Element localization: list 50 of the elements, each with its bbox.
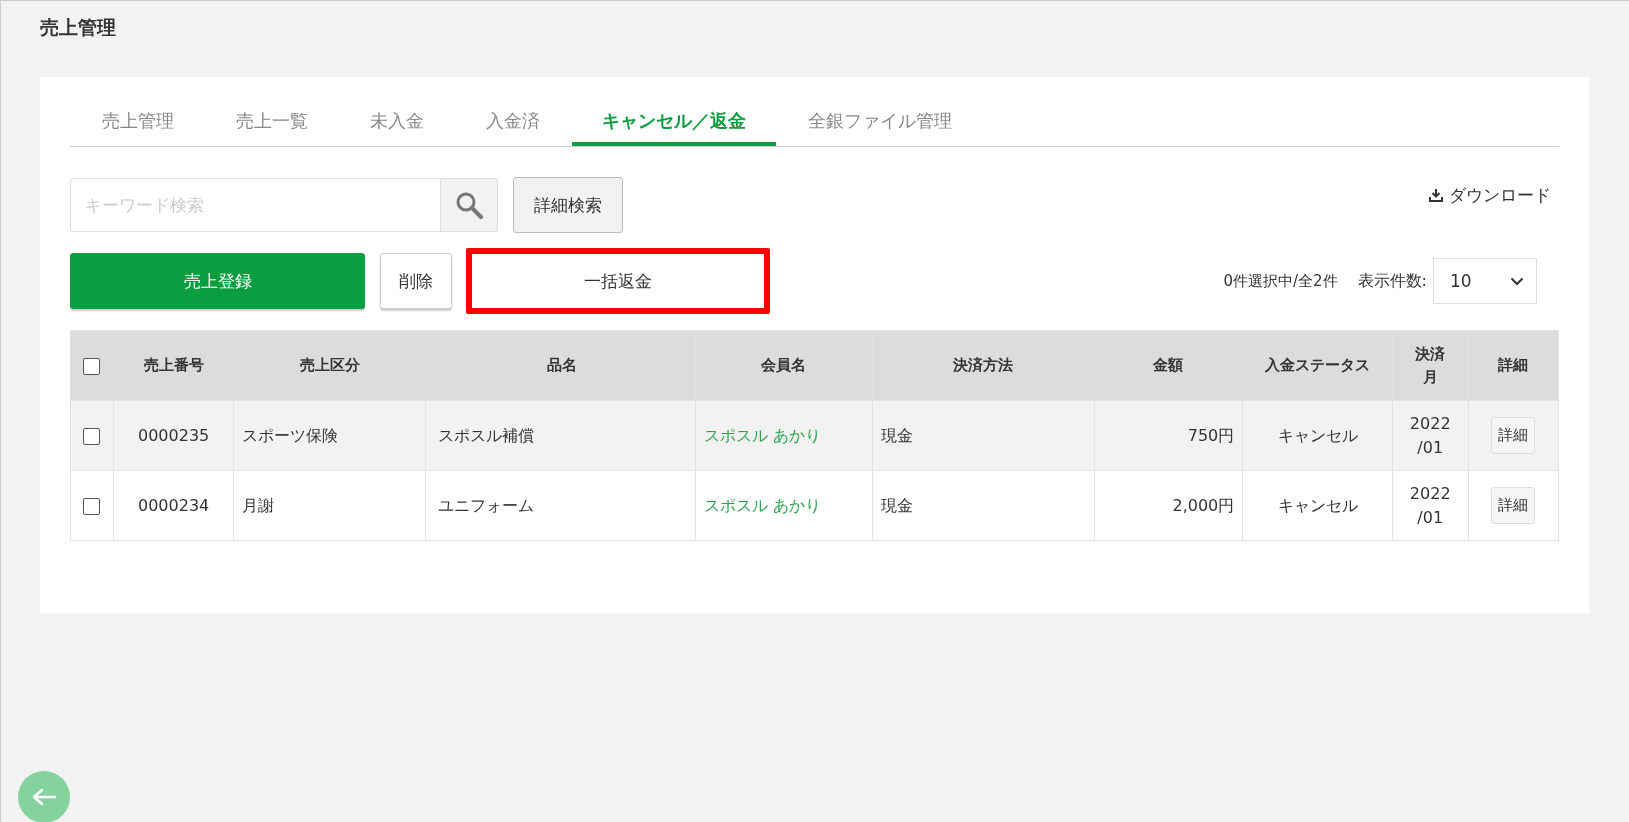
member-link[interactable]: スポスル あかり — [703, 495, 821, 515]
chevron-down-icon — [1510, 276, 1524, 286]
member-link[interactable]: スポスル あかり — [703, 425, 821, 445]
search-icon — [455, 191, 483, 219]
page-title: 売上管理 — [40, 15, 116, 40]
table-cell: 750円 — [1187, 425, 1235, 445]
action-button[interactable]: 削除 — [380, 253, 452, 309]
select-all-checkbox[interactable] — [83, 357, 101, 375]
column-header: 品名 — [547, 355, 578, 377]
tab[interactable]: 売上管理 — [72, 103, 204, 146]
action-button[interactable]: 一括返金 — [466, 248, 770, 314]
table-cell: スポスル補償 — [438, 425, 534, 445]
table-cell: スポーツ保険 — [242, 425, 339, 445]
page-size-select[interactable]: 10 — [1433, 258, 1537, 304]
download-link[interactable]: ダウンロード — [1429, 183, 1551, 207]
download-icon — [1429, 188, 1443, 202]
column-header: 売上番号 — [143, 355, 204, 377]
tab[interactable]: 売上一覧 — [206, 103, 338, 146]
table-cell: ユニフォーム — [438, 495, 534, 515]
column-header: 決済月 — [1415, 344, 1446, 388]
table-cell: 2,000円 — [1172, 495, 1235, 515]
tab[interactable]: 未入金 — [340, 103, 454, 146]
arrow-left-icon — [31, 787, 57, 807]
table-cell: 2022 /01 — [1409, 483, 1451, 527]
action-button[interactable]: 売上登録 — [70, 253, 365, 309]
search-button[interactable] — [440, 178, 498, 232]
detail-button[interactable]: 詳細 — [1491, 487, 1536, 524]
tab[interactable]: 入金済 — [456, 103, 570, 146]
column-header: 会員名 — [761, 355, 807, 377]
tab[interactable]: 全銀ファイル管理 — [778, 103, 982, 146]
table-cell: 0000235 — [138, 425, 210, 445]
selection-count: 0件選択中/全2件 — [1223, 271, 1338, 291]
detail-button[interactable]: 詳細 — [1491, 417, 1536, 454]
page-size-label: 表示件数: — [1357, 270, 1427, 292]
column-header: 入金ステータス — [1265, 355, 1371, 377]
column-header: 詳細 — [1498, 355, 1529, 377]
table-cell: 2022 /01 — [1409, 413, 1451, 457]
table-cell: 0000234 — [138, 495, 210, 515]
row-checkbox[interactable] — [83, 498, 101, 515]
table-cell: 現金 — [881, 425, 914, 445]
table-cell: 月謝 — [242, 495, 275, 515]
row-checkbox[interactable] — [83, 428, 101, 445]
advanced-search-button[interactable]: 詳細検索 — [513, 177, 623, 233]
column-header: 売上区分 — [299, 355, 360, 377]
column-header: 決済方法 — [953, 355, 1014, 377]
table-cell: キャンセル — [1277, 495, 1358, 515]
column-header: 金額 — [1153, 355, 1184, 377]
tab[interactable]: キャンセル／返金 — [572, 103, 776, 146]
table-cell: 現金 — [881, 495, 914, 515]
table-cell: キャンセル — [1277, 425, 1358, 445]
